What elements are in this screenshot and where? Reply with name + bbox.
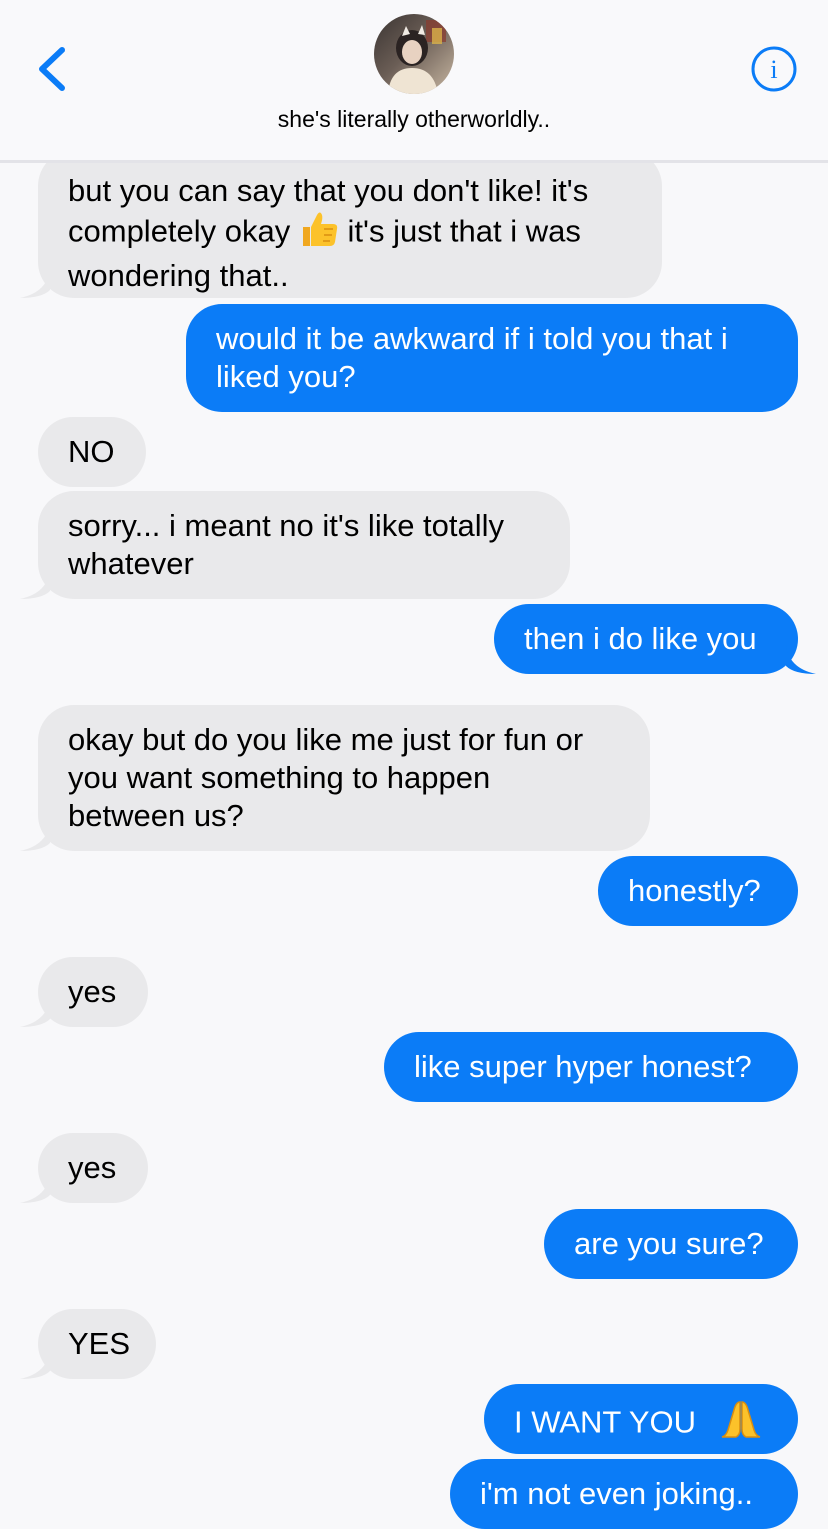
message-bubble-sent[interactable]: then i do like you <box>494 604 816 674</box>
message-text: then i do like you <box>524 621 757 656</box>
message-bubble-sent[interactable]: i'm not even joking.. <box>450 1459 798 1529</box>
message-text: honestly? <box>628 873 761 908</box>
back-button[interactable] <box>30 42 76 96</box>
message-bubble-received[interactable]: yes <box>20 1133 148 1203</box>
message-text: I WANT YOU <box>514 1404 697 1440</box>
message-text: between us? <box>68 798 244 833</box>
message-bubble-sent[interactable]: like super hyper honest? <box>384 1032 798 1102</box>
message-text: yes <box>68 1150 117 1185</box>
message-bubble-received[interactable]: YES <box>20 1309 156 1379</box>
contact-avatar[interactable] <box>374 14 454 94</box>
message-text: completely okay <box>68 213 291 249</box>
bubble-tail <box>20 1349 50 1379</box>
message-text: sorry... i meant no it's like totally <box>68 508 505 543</box>
folded-hands-icon <box>719 1400 763 1449</box>
message-text: wondering that.. <box>68 258 289 293</box>
message-text: it's just that i was <box>347 213 581 249</box>
thumbs-up-icon <box>299 210 339 257</box>
conversation-header: she's literally otherworldly.. i <box>0 0 828 163</box>
message-text: NO <box>68 434 115 469</box>
message-text: i'm not even joking.. <box>480 1476 754 1511</box>
message-text: okay but do you like me just for fun or <box>68 722 584 757</box>
chevron-left-icon <box>39 47 65 91</box>
message-text: yes <box>68 974 117 1009</box>
bubble-tail <box>20 821 50 851</box>
bubble-tail <box>20 997 50 1027</box>
message-text: but you can say that you don't like! it'… <box>68 173 589 208</box>
bubble-tail <box>20 1173 50 1203</box>
message-text: you want something to happen <box>68 760 491 795</box>
bubble-tail <box>20 569 50 599</box>
message-bubble-received[interactable]: but you can say that you don't like! it'… <box>20 150 662 298</box>
message-text: YES <box>68 1326 131 1361</box>
message-text: like super hyper honest? <box>414 1049 752 1084</box>
message-text: whatever <box>68 546 194 581</box>
message-text: liked you? <box>216 359 356 394</box>
message-bubble-received[interactable]: sorry... i meant no it's like totally wh… <box>20 491 570 599</box>
bubble-tail <box>20 268 50 298</box>
info-button[interactable]: i <box>750 45 798 93</box>
message-bubble-sent[interactable]: honestly? <box>598 856 798 926</box>
message-bubble-received[interactable]: NO <box>38 417 146 487</box>
bubble-tail <box>786 644 816 674</box>
message-bubble-sent[interactable]: are you sure? <box>544 1209 798 1279</box>
message-bubble-received[interactable]: okay but do you like me just for fun or … <box>20 705 650 851</box>
avatar-photo <box>388 20 446 94</box>
message-bubble-sent[interactable]: I WANT YOU <box>484 1384 798 1454</box>
contact-name[interactable]: she's literally otherworldly.. <box>0 106 828 133</box>
message-bubble-received[interactable]: yes <box>20 957 148 1027</box>
message-text: are you sure? <box>574 1226 764 1261</box>
message-text: would it be awkward if i told you that i <box>216 321 728 356</box>
message-text-line: completely okay it's just that i was <box>68 210 632 257</box>
info-circle-icon: i <box>751 46 797 92</box>
message-bubble-sent[interactable]: would it be awkward if i told you that i… <box>186 304 798 412</box>
info-glyph: i <box>770 55 777 84</box>
